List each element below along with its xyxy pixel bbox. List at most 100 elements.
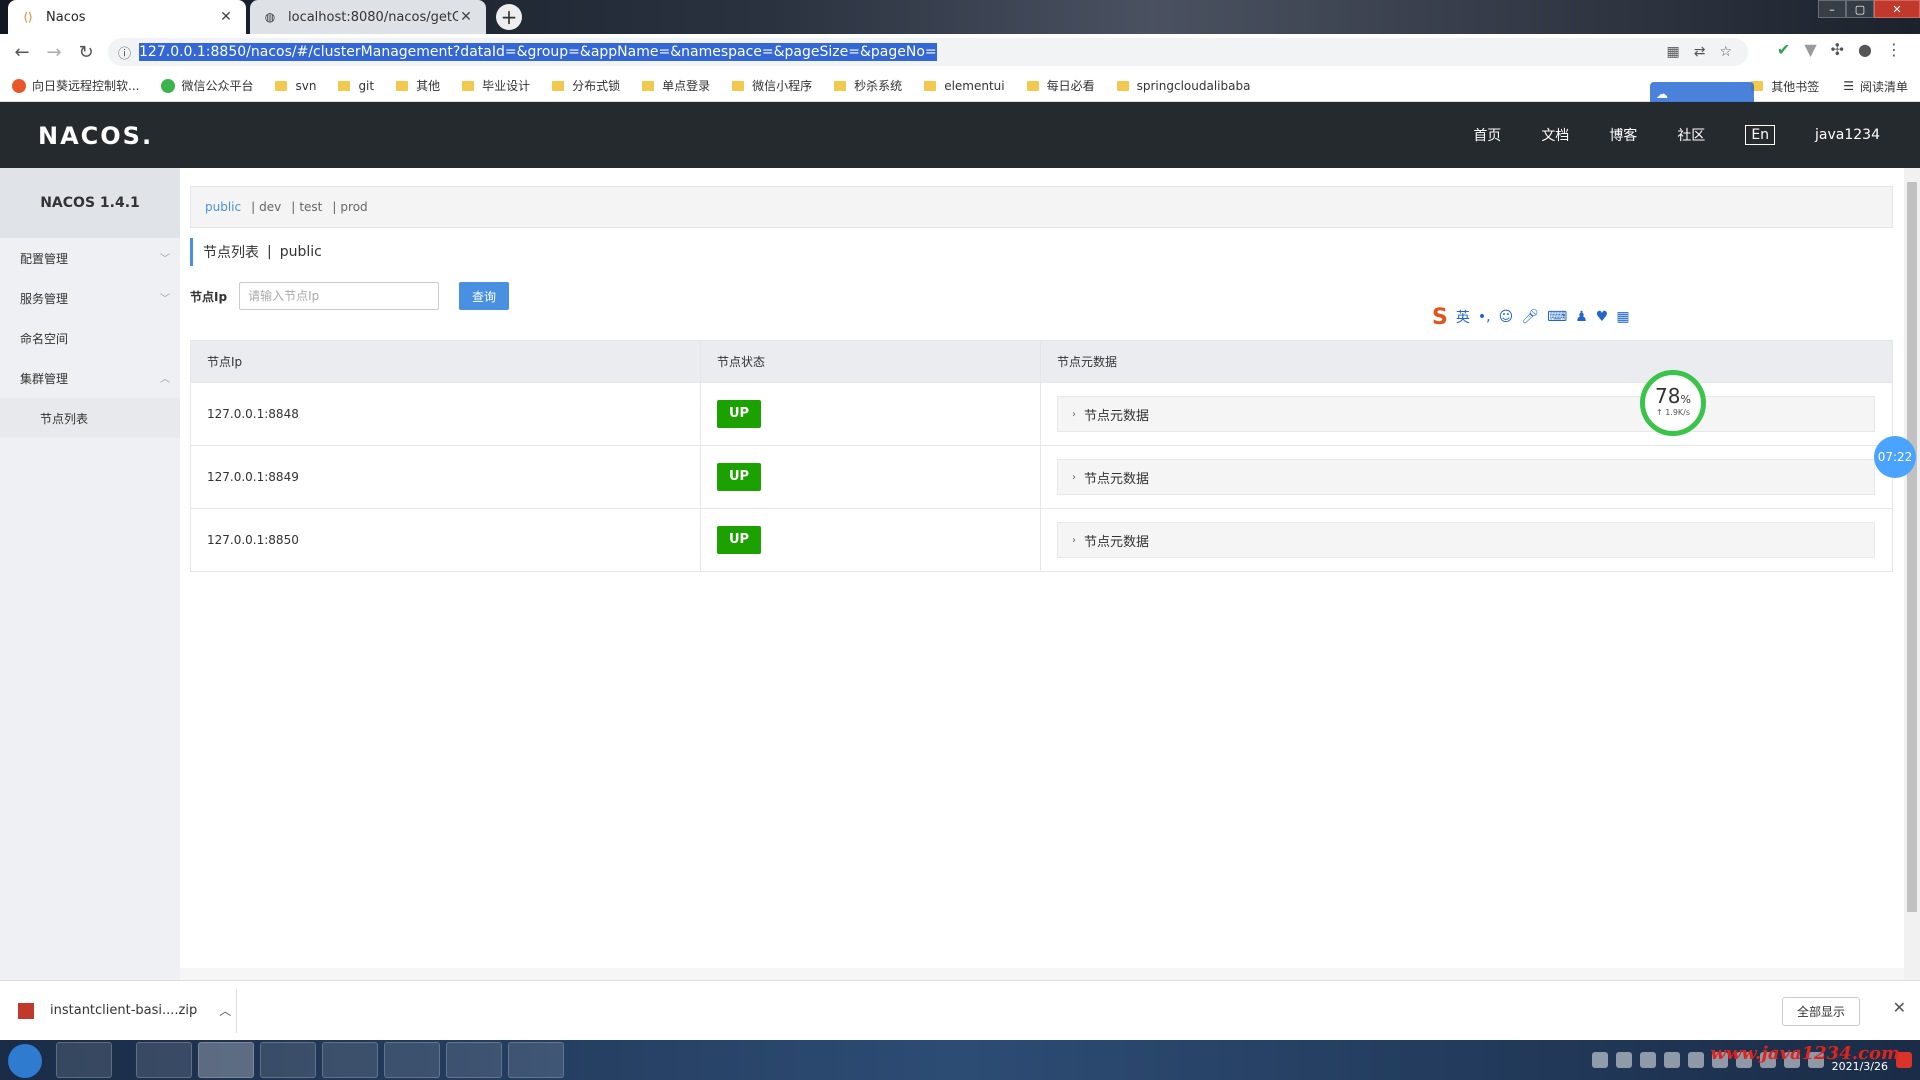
bookmark-star-icon[interactable]: ☆ [1719,44,1732,60]
qr-code-icon[interactable]: ▦ [1666,44,1679,60]
table-row: 127.0.0.1:8850 UP › 节点元数据 [190,508,1893,572]
show-all-button[interactable]: 全部显示 [1781,997,1860,1026]
maximize-button[interactable]: ▢ [1846,0,1874,18]
menu-icon[interactable]: ⋮ [1886,40,1902,59]
chevron-up-icon[interactable]: ︿ [219,1002,231,1019]
sidebar-item-namespace[interactable]: 命名空间 [0,318,180,358]
node-metadata-collapse[interactable]: › 节点元数据 [1057,396,1875,432]
other-bookmarks[interactable]: 其他书签 [1751,78,1819,95]
tray-icon[interactable] [1663,1052,1680,1068]
bookmark-folder[interactable]: git [338,79,374,93]
bookmark-folder[interactable]: 微信小程序 [732,77,812,94]
timer-bubble[interactable]: 07:22 [1874,436,1916,478]
tray-icon[interactable] [1591,1052,1608,1068]
extension-check-icon[interactable]: ✔ [1777,40,1790,59]
zip-file-icon [18,1002,34,1019]
back-icon[interactable]: ← [6,42,38,63]
reload-icon[interactable]: ↻ [70,42,102,63]
emoji-icon[interactable]: ☺ [1499,309,1514,325]
sidebar-item-config[interactable]: 配置管理 ﹀ [0,238,180,278]
close-icon[interactable]: ✕ [1893,998,1906,1017]
sidebar-item-node-list[interactable]: 节点列表 [0,398,180,438]
bookmark-folder[interactable]: svn [275,79,316,93]
tab-nacos[interactable]: ⟨⟩ Nacos ✕ [8,0,246,34]
taskbar-app-navicat[interactable] [260,1042,316,1078]
tray-icon[interactable] [1639,1052,1656,1068]
nav-blog[interactable]: 博客 [1609,125,1637,145]
node-metadata-collapse[interactable]: › 节点元数据 [1057,459,1875,495]
ime-language[interactable]: 英 [1456,307,1470,327]
microphone-icon[interactable]: 🎤︎ [1521,309,1539,325]
user-icon[interactable]: ♟ [1575,309,1588,325]
nacos-logo[interactable]: NACOS. [38,122,153,150]
namespace-public[interactable]: public [205,200,241,214]
reading-list[interactable]: ☰ 阅读清单 [1843,78,1908,95]
translate-icon[interactable]: ⇄ [1694,44,1706,60]
start-button[interactable] [8,1044,42,1078]
taskbar-app-explorer[interactable] [446,1042,502,1078]
status-badge: UP [717,400,761,428]
user-name[interactable]: java1234 [1815,127,1880,143]
sidebar-item-service[interactable]: 服务管理 ﹀ [0,278,180,318]
new-tab-button[interactable]: + [496,4,522,30]
punctuation-icon[interactable]: •, [1478,309,1491,325]
language-toggle[interactable]: En [1745,125,1776,145]
window-close-button[interactable]: ✕ [1874,0,1920,18]
nav-home[interactable]: 首页 [1473,125,1501,145]
minimize-button[interactable]: – [1818,0,1846,18]
node-metadata-collapse[interactable]: › 节点元数据 [1057,522,1875,558]
taskbar-app-terminal[interactable] [508,1042,564,1078]
extension-vue-icon[interactable]: ▼ [1804,40,1816,59]
puzzle-icon[interactable]: ✣ [1831,40,1844,59]
folder-icon [924,80,937,91]
vertical-scrollbar[interactable] [1904,168,1920,980]
close-icon[interactable]: ✕ [458,9,474,25]
tab-title: localhost:8080/nacos/getConf [288,9,458,25]
bookmark-folder[interactable]: 其他 [396,77,440,94]
namespace-dev[interactable]: dev [259,200,281,214]
keyboard-icon[interactable]: ⌨ [1547,309,1567,325]
horizontal-scrollbar[interactable] [180,968,1904,980]
scrollbar-thumb[interactable] [1907,182,1917,912]
bookmark-folder[interactable]: 秒杀系统 [834,77,902,94]
info-icon[interactable]: ⓘ [118,43,131,62]
bookmark-item[interactable]: 向日葵远程控制软... [12,77,139,94]
sidebar: NACOS 1.4.1 配置管理 ﹀ 服务管理 ﹀ 命名空间 集群管理 ︿ 节点… [0,168,180,980]
address-bar[interactable]: ⓘ 127.0.0.1:8850/nacos/#/clusterManageme… [108,38,1748,66]
bookmark-folder[interactable]: springcloudalibaba [1116,79,1250,93]
taskbar-app-launcher[interactable] [56,1042,112,1078]
taskbar-app-notepad[interactable] [384,1042,440,1078]
bookmark-folder[interactable]: 单点登录 [642,77,710,94]
tray-icon[interactable] [1687,1052,1704,1068]
tray-icon[interactable] [1615,1052,1632,1068]
taskbar-app-chrome[interactable] [198,1042,254,1078]
download-filename[interactable]: instantclient-basi....zip [50,1003,197,1018]
node-ip-input[interactable] [239,282,440,310]
table-row: 127.0.0.1:8849 UP › 节点元数据 [190,445,1893,509]
skin-icon[interactable]: ♥ [1596,309,1609,325]
query-button[interactable]: 查询 [459,282,510,310]
taskbar-app-browser-search[interactable] [136,1042,192,1078]
bookmark-folder[interactable]: elementui [924,79,1005,93]
nav-community[interactable]: 社区 [1677,125,1705,145]
cloud-icon: ☁ [1656,87,1668,101]
forward-icon[interactable]: → [38,42,70,63]
bookmark-folder[interactable]: 每日必看 [1026,77,1095,94]
table-row: 127.0.0.1:8848 UP › 节点元数据 [190,382,1893,446]
url-text[interactable]: 127.0.0.1:8850/nacos/#/clusterManagement… [139,43,937,61]
nav-docs[interactable]: 文档 [1541,125,1569,145]
close-icon[interactable]: ✕ [218,9,234,25]
sogou-logo-icon[interactable]: S [1432,305,1448,330]
namespace-prod[interactable]: prod [340,200,367,214]
app-header: NACOS. 首页 文档 博客 社区 En java1234 [0,102,1920,168]
grid-icon[interactable]: ▦ [1616,309,1629,325]
bookmark-folder[interactable]: 毕业设计 [462,77,530,94]
bookmark-item[interactable]: 微信公众平台 [161,77,253,94]
memory-gauge[interactable]: 78% ↑ 1.9K/s [1640,370,1706,436]
bookmark-folder[interactable]: 分布式锁 [552,77,620,94]
namespace-test[interactable]: test [299,200,322,214]
sidebar-item-cluster[interactable]: 集群管理 ︿ [0,358,180,398]
profile-icon[interactable]: ● [1858,40,1872,59]
tab-getconf[interactable]: ◍ localhost:8080/nacos/getConf ✕ [250,0,486,34]
taskbar-app-intellij[interactable] [322,1042,378,1078]
